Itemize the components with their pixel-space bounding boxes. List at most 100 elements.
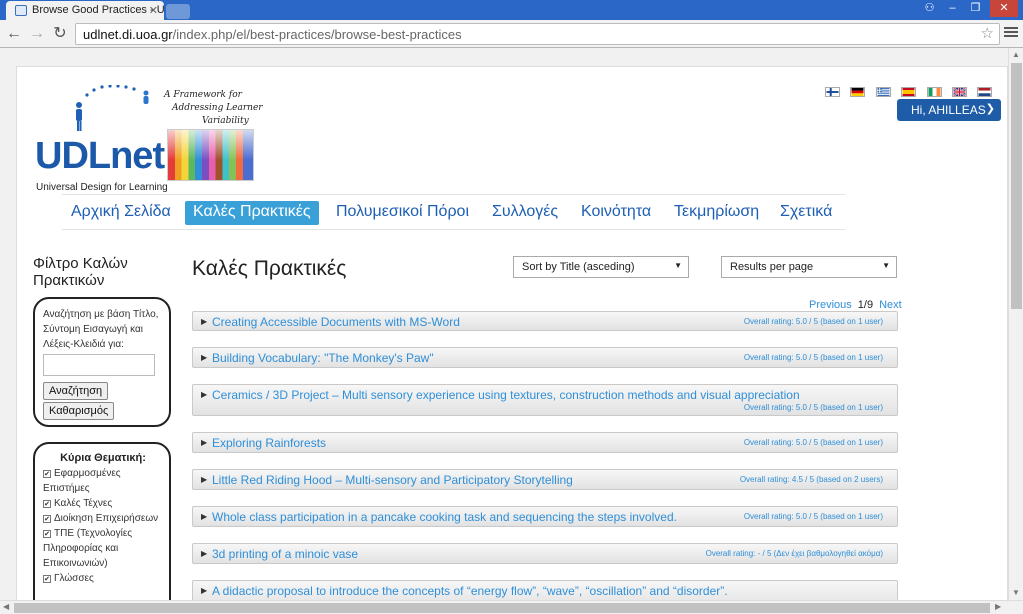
result-row[interactable]: ▶ Exploring Rainforests Overall rating: … [192, 432, 898, 453]
expand-triangle-icon[interactable]: ▶ [201, 512, 207, 521]
topic-label: ΤΠΕ (Τεχνολογίες Πληροφορίας και Επικοιν… [43, 528, 133, 569]
scroll-down-arrow-icon[interactable]: ▼ [1012, 588, 1020, 597]
back-arrow-icon[interactable]: ← [4, 24, 24, 44]
result-title[interactable]: Little Red Riding Hood – Multi-sensory a… [212, 473, 573, 487]
tagline-line-1: A Framework for [164, 90, 242, 100]
user-greeting: Hi, AHILLEAS [911, 103, 986, 117]
nav-multimedia-resources[interactable]: Πολυμεσικοί Πόροι [336, 201, 469, 225]
minimize-button[interactable]: – [942, 0, 963, 17]
search-input[interactable] [43, 354, 155, 376]
filter-title: Φίλτρο Καλών Πρακτικών [33, 255, 128, 289]
vertical-scrollbar[interactable]: ▲ ▼ [1008, 48, 1023, 600]
expand-triangle-icon[interactable]: ▶ [201, 438, 207, 447]
result-row[interactable]: ▶ A didactic proposal to introduce the c… [192, 580, 898, 600]
result-row[interactable]: ▶ Little Red Riding Hood – Multi-sensory… [192, 469, 898, 490]
topic-label: Καλές Τέχνες [54, 498, 113, 509]
dropdown-arrow-icon: ▼ [674, 261, 682, 270]
flag-es-icon[interactable] [901, 87, 916, 97]
result-rating: Overall rating: 5.0 / 5 (based on 1 user… [743, 353, 883, 362]
checkbox-checked-icon[interactable]: ✔ [43, 470, 51, 478]
vertical-scroll-thumb[interactable] [1011, 63, 1022, 309]
checkbox-checked-icon[interactable]: ✔ [43, 575, 51, 583]
bookmark-star-icon[interactable]: ☆ [981, 24, 994, 42]
nav-about[interactable]: Σχετικά [780, 201, 832, 225]
search-button[interactable]: Αναζήτηση [43, 382, 109, 400]
dropdown-arrow-icon: ▼ [882, 261, 890, 270]
expand-triangle-icon[interactable]: ▶ [201, 475, 207, 484]
page-viewport: UDLnet Universal Design for Learning A F… [0, 48, 1008, 600]
nav-home[interactable]: Αρχική Σελίδα [71, 201, 171, 225]
next-page-link[interactable]: Next [879, 299, 902, 311]
sort-select-value: Sort by Title (asceding) [522, 261, 635, 273]
result-row[interactable]: ▶ Whole class participation in a pancake… [192, 506, 898, 527]
expand-triangle-icon[interactable]: ▶ [201, 390, 207, 399]
sort-select[interactable]: Sort by Title (asceding) ▼ [513, 256, 689, 278]
result-title[interactable]: 3d printing of a minoic vase [212, 547, 358, 561]
udlnet-logo[interactable]: UDLnet Universal Design for Learning [35, 85, 168, 193]
clear-button[interactable]: Καθαρισμός [43, 402, 115, 420]
user-profile-icon[interactable]: ⚇ [919, 0, 940, 17]
result-title[interactable]: Whole class participation in a pancake c… [212, 510, 677, 524]
flag-gb-icon[interactable] [952, 87, 967, 97]
close-window-button[interactable]: ✕ [990, 0, 1018, 17]
logo-tagline: A Framework for Addressing Learner Varia… [164, 89, 263, 128]
result-row[interactable]: ▶ Ceramics / 3D Project – Multi sensory … [192, 384, 898, 416]
result-row[interactable]: ▶ 3d printing of a minoic vase Overall r… [192, 543, 898, 564]
topic-item[interactable]: ✔ Καλές Τέχνες [43, 496, 163, 511]
scroll-left-arrow-icon[interactable]: ◀ [3, 602, 9, 611]
flag-de-icon[interactable] [850, 87, 865, 97]
horizontal-scroll-thumb[interactable] [14, 603, 990, 613]
user-menu-button[interactable]: Hi, AHILLEAS ❯ [897, 99, 1001, 121]
page-favicon-icon [15, 5, 27, 16]
result-title[interactable]: A didactic proposal to introduce the con… [212, 584, 728, 598]
address-bar[interactable]: udlnet.di.uoa.gr/index.php/el/best-pract… [75, 23, 1000, 45]
result-title[interactable]: Ceramics / 3D Project – Multi sensory ex… [212, 388, 800, 402]
nav-good-practices[interactable]: Καλές Πρακτικές [185, 201, 319, 225]
reload-icon[interactable]: ↻ [50, 24, 70, 44]
browser-menu-icon[interactable] [1004, 25, 1018, 43]
horizontal-scrollbar[interactable]: ◀ ▶ [0, 600, 1023, 614]
flag-ie-icon[interactable] [927, 87, 942, 97]
checkbox-checked-icon[interactable]: ✔ [43, 515, 51, 523]
flag-fi-icon[interactable] [825, 87, 840, 97]
topic-item[interactable]: ✔ Εφαρμοσμένες Επιστήμες [43, 466, 163, 496]
tab-strip: Browse Good Practices - U ✕ ⚇ – ❐ ✕ [0, 0, 1023, 20]
result-title[interactable]: Exploring Rainforests [212, 436, 326, 450]
expand-triangle-icon[interactable]: ▶ [201, 353, 207, 362]
result-rating: Overall rating: 5.0 / 5 (based on 1 user… [743, 512, 883, 521]
scroll-right-arrow-icon[interactable]: ▶ [995, 602, 1001, 611]
checkbox-checked-icon[interactable]: ✔ [43, 530, 51, 538]
result-rating: Overall rating: 5.0 / 5 (based on 1 user… [743, 317, 883, 326]
tab-close-icon[interactable]: ✕ [149, 4, 158, 17]
browser-tab[interactable]: Browse Good Practices - U ✕ [6, 1, 164, 20]
search-label: Αναζήτηση με βάση Τίτλο, Σύντομη Εισαγωγ… [43, 309, 159, 350]
result-rating: Overall rating: 5.0 / 5 (based on 1 user… [743, 403, 883, 412]
result-rating: Overall rating: - / 5 (Δεν έχει βαθμολογ… [705, 549, 883, 558]
nav-documentation[interactable]: Τεκμηρίωση [674, 201, 759, 225]
logo-wordmark: UDLnet [35, 135, 165, 177]
result-row[interactable]: ▶ Building Vocabulary: "The Monkey's Paw… [192, 347, 898, 368]
scroll-up-arrow-icon[interactable]: ▲ [1012, 50, 1020, 59]
topic-item[interactable]: ✔ Γλώσσες [43, 571, 163, 586]
nav-community[interactable]: Κοινότητα [581, 201, 651, 225]
topic-item[interactable]: ✔ Διοίκηση Επιχειρήσεων [43, 511, 163, 526]
result-title[interactable]: Creating Accessible Documents with MS-Wo… [212, 315, 460, 329]
result-row[interactable]: ▶ Creating Accessible Documents with MS-… [192, 311, 898, 331]
result-title[interactable]: Building Vocabulary: "The Monkey's Paw" [212, 351, 434, 365]
flag-el-icon[interactable] [876, 87, 891, 97]
results-per-page-select[interactable]: Results per page ▼ [721, 256, 897, 278]
browser-toolbar: ← → ↻ udlnet.di.uoa.gr/index.php/el/best… [0, 20, 1023, 48]
flag-nl-icon[interactable] [977, 87, 992, 97]
expand-triangle-icon[interactable]: ▶ [201, 549, 207, 558]
topic-item[interactable]: ✔ ΤΠΕ (Τεχνολογίες Πληροφορίας και Επικοι… [43, 526, 163, 571]
topic-label: Εφαρμοσμένες Επιστήμες [43, 468, 121, 494]
previous-page-link[interactable]: Previous [809, 299, 852, 311]
new-tab-button[interactable] [166, 4, 190, 19]
expand-triangle-icon[interactable]: ▶ [201, 586, 207, 595]
maximize-button[interactable]: ❐ [965, 0, 986, 17]
nav-collections[interactable]: Συλλογές [492, 201, 558, 225]
expand-triangle-icon[interactable]: ▶ [201, 317, 207, 326]
forward-arrow-icon[interactable]: → [27, 24, 47, 44]
search-filter-box: Αναζήτηση με βάση Τίτλο, Σύντομη Εισαγωγ… [33, 297, 171, 427]
checkbox-checked-icon[interactable]: ✔ [43, 500, 51, 508]
